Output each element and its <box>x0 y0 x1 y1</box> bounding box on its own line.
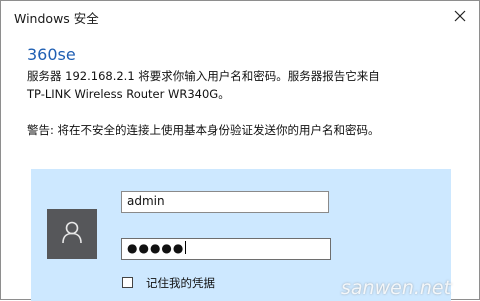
close-icon <box>454 10 466 22</box>
window-title: Windows 安全 <box>14 11 99 26</box>
password-field[interactable]: ●●●●● <box>121 238 331 260</box>
server-message-line2: TP-LINK Wireless Router WR340G。 <box>27 87 230 101</box>
close-button[interactable] <box>441 1 479 31</box>
security-warning: 警告: 将在不安全的连接上使用基本身份验证发送你的用户名和密码。 <box>27 123 380 137</box>
password-value: ●●●●● <box>127 241 185 255</box>
remember-credentials-checkbox[interactable] <box>122 277 133 288</box>
username-value: admin <box>127 194 165 208</box>
avatar <box>47 209 97 259</box>
server-message-line1: 服务器 192.168.2.1 将要求你输入用户名和密码。服务器报告它来自 <box>27 69 380 83</box>
user-icon <box>61 220 83 248</box>
app-name: 360se <box>27 45 76 64</box>
login-dialog: Windows 安全 360se 服务器 192.168.2.1 将要求你输入用… <box>0 0 480 301</box>
watermark: sanwen.net <box>341 277 452 299</box>
username-field[interactable]: admin <box>121 191 329 213</box>
text-caret <box>185 241 187 254</box>
title-bar: Windows 安全 <box>1 1 479 31</box>
remember-credentials-label[interactable]: 记住我的凭据 <box>146 275 215 291</box>
